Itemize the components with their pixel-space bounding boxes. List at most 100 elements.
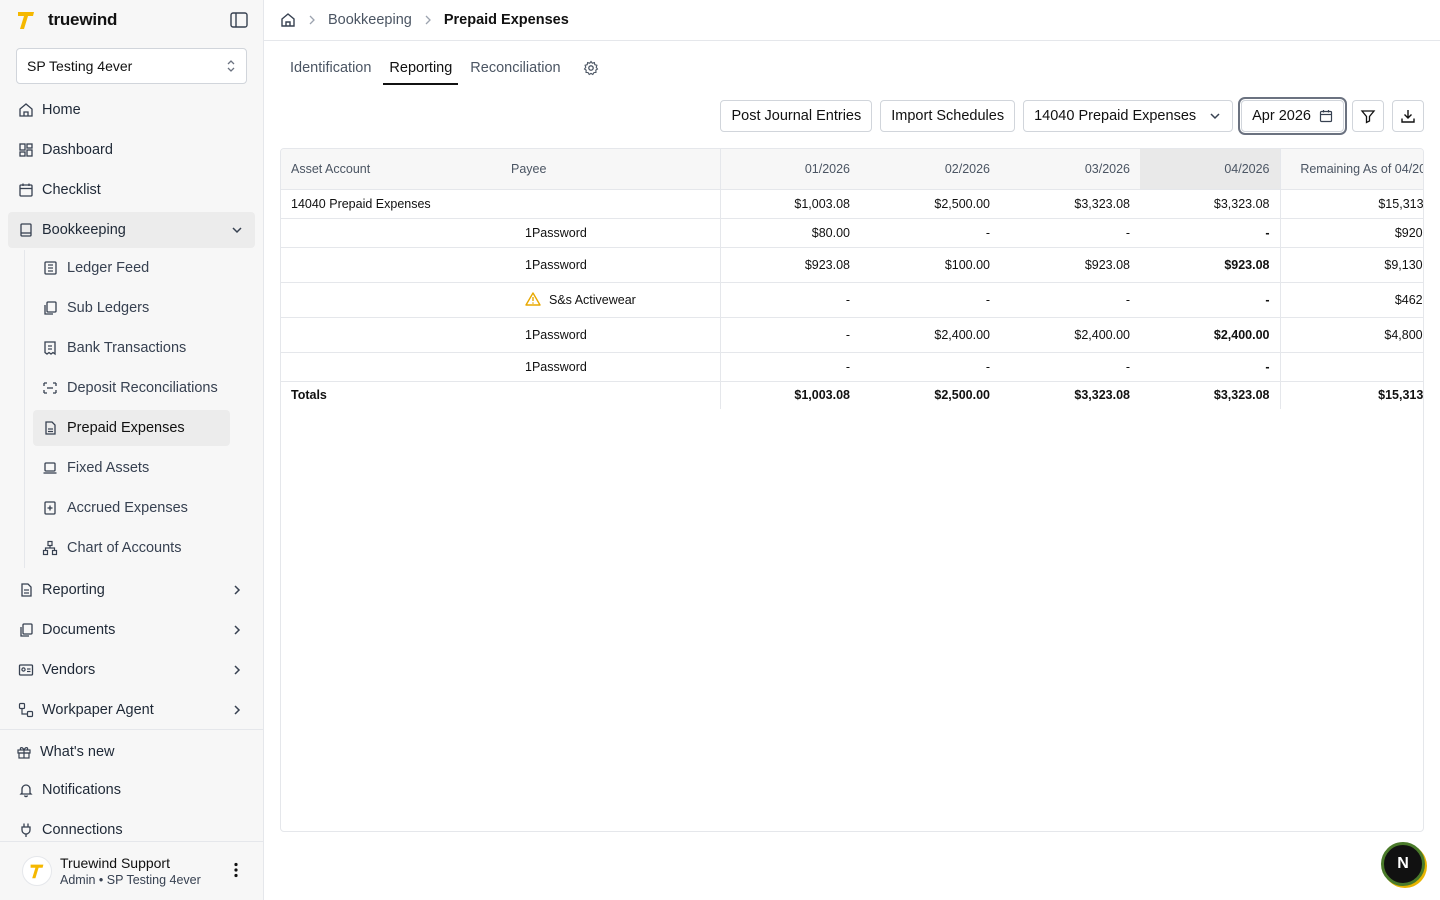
period-date-picker[interactable]: Apr 2026 xyxy=(1238,97,1347,135)
brand-name: truewind xyxy=(48,10,118,29)
nav-whats-new[interactable]: What's new xyxy=(8,734,255,770)
group-account: 14040 Prepaid Expenses xyxy=(281,189,501,219)
subnav-ledger-feed[interactable]: Ledger Feed xyxy=(33,250,230,286)
warning-icon[interactable] xyxy=(525,292,541,306)
more-vertical-icon[interactable] xyxy=(234,862,238,878)
table-row[interactable]: 1Password $80.00 - - - $920.00 xyxy=(281,218,1423,248)
assistant-launcher-letter: N xyxy=(1397,855,1409,872)
group-remaining: $15,313.11 xyxy=(1279,189,1423,219)
row-m3: - xyxy=(1000,352,1140,382)
tab-reporting[interactable]: Reporting xyxy=(383,54,459,85)
table-row[interactable]: 1Password - $2,400.00 $2,400.00 $2,400.0… xyxy=(281,317,1423,353)
subnav-fixed-assets[interactable]: Fixed Assets xyxy=(33,450,230,486)
column-header-payee[interactable]: Payee xyxy=(501,149,721,190)
tab-identification[interactable]: Identification xyxy=(284,54,377,85)
column-header-month-3[interactable]: 03/2026 xyxy=(1000,149,1140,190)
nav-workpaper-agent[interactable]: Workpaper Agent xyxy=(8,692,255,728)
plug-icon xyxy=(21,823,31,837)
subnav-sub-ledgers[interactable]: Sub Ledgers xyxy=(33,290,230,326)
subnav-bank-transactions[interactable]: Bank Transactions xyxy=(33,330,230,366)
chevron-right-icon xyxy=(234,625,241,635)
calendar-icon xyxy=(1319,110,1333,123)
table-row[interactable]: S&s Activewear - - - - $462.35 xyxy=(281,282,1423,318)
nav-home[interactable]: Home xyxy=(8,92,255,128)
group-m1: $1,003.08 xyxy=(720,189,860,219)
id-card-icon xyxy=(18,664,34,676)
report-icon xyxy=(21,583,32,597)
table-row[interactable]: 1Password - - - - - xyxy=(281,352,1423,382)
account-select[interactable]: 14040 Prepaid Expenses xyxy=(1023,100,1234,132)
receipt-icon xyxy=(44,341,56,356)
user-role: Admin • SP Testing 4ever xyxy=(60,873,201,887)
home-icon[interactable] xyxy=(280,12,296,28)
totals-m4: $3,323.08 xyxy=(1213,388,1270,403)
column-header-month-4[interactable]: 04/2026 xyxy=(1140,149,1280,190)
row-remaining: $462.35 xyxy=(1279,282,1423,318)
row-m2: $2,400.00 xyxy=(860,317,1000,353)
hierarchy-icon xyxy=(42,540,58,556)
totals-remaining: $15,313.11 xyxy=(1279,381,1423,409)
tab-reconciliation[interactable]: Reconciliation xyxy=(464,54,566,85)
row-m3: $923.08 xyxy=(1000,247,1140,283)
row-payee: S&s Activewear xyxy=(549,293,636,307)
subnav-prepaid-expenses-label: Prepaid Expenses xyxy=(67,420,185,436)
brand[interactable]: truewind xyxy=(16,8,117,32)
laptop-icon xyxy=(43,462,57,474)
nav-dashboard[interactable]: Dashboard xyxy=(8,132,255,168)
column-header-month-1[interactable]: 01/2026 xyxy=(720,149,860,190)
nav-workpaper-agent-label: Workpaper Agent xyxy=(42,702,154,718)
nav-reporting[interactable]: Reporting xyxy=(8,572,255,608)
subnav-chart-of-accounts[interactable]: Chart of Accounts xyxy=(33,530,230,566)
nav-documents-label: Documents xyxy=(42,622,116,638)
nav-notifications[interactable]: Notifications xyxy=(8,772,255,808)
filter-button[interactable] xyxy=(1352,100,1384,132)
filter-icon xyxy=(1360,110,1376,124)
subnav-deposit-reconciliations[interactable]: Deposit Reconciliations xyxy=(33,370,230,406)
nav-whats-new-label: What's new xyxy=(40,744,115,760)
subnav-ledger-feed-label: Ledger Feed xyxy=(67,260,150,276)
nav-checklist[interactable]: Checklist xyxy=(8,172,255,208)
nav-documents[interactable]: Documents xyxy=(8,612,255,648)
gear-icon[interactable] xyxy=(583,60,599,76)
nav-vendors[interactable]: Vendors xyxy=(8,652,255,688)
group-m2: $2,500.00 xyxy=(860,189,1000,219)
subnav-bank-transactions-label: Bank Transactions xyxy=(67,340,187,356)
document-dollar-icon xyxy=(45,421,56,435)
truewind-logo-icon xyxy=(18,12,34,29)
assistant-launcher-button[interactable]: N xyxy=(1381,842,1425,886)
table-row[interactable]: 1Password $923.08 $100.00 $923.08 $923.0… xyxy=(281,247,1423,283)
truewind-logo-icon xyxy=(30,864,44,879)
sidebar-toggle-icon[interactable] xyxy=(230,12,248,28)
row-m1: - xyxy=(720,282,860,318)
subnav-deposit-reconciliations-label: Deposit Reconciliations xyxy=(67,380,218,396)
dashboard-icon xyxy=(19,143,33,157)
nav-dashboard-label: Dashboard xyxy=(42,142,113,158)
group-m4: $3,323.08 xyxy=(1140,189,1280,219)
column-header-month-2[interactable]: 02/2026 xyxy=(860,149,1000,190)
account-select-value: 14040 Prepaid Expenses xyxy=(1034,108,1197,124)
totals-m1: $1,003.08 xyxy=(794,388,850,403)
page-tabs: Identification Reporting Reconciliation xyxy=(280,54,599,86)
row-m1: - xyxy=(720,352,860,382)
download-button[interactable] xyxy=(1392,100,1424,132)
row-remaining: $4,800.00 xyxy=(1279,317,1423,353)
column-header-remaining[interactable]: Remaining As of 04/2026 xyxy=(1279,149,1423,190)
breadcrumb-bookkeeping[interactable]: Bookkeeping xyxy=(328,12,412,28)
chevron-down-icon xyxy=(232,227,242,234)
subnav-accrued-expenses[interactable]: Accrued Expenses xyxy=(33,490,230,526)
period-date-value: Apr 2026 xyxy=(1252,108,1311,124)
totals-label: Totals xyxy=(291,388,327,403)
row-payee: 1Password xyxy=(501,317,721,353)
row-m4: - xyxy=(1140,218,1280,248)
nav-bookkeeping[interactable]: Bookkeeping xyxy=(8,212,255,248)
subnav-prepaid-expenses[interactable]: Prepaid Expenses xyxy=(33,410,230,446)
organization-select[interactable]: SP Testing 4ever xyxy=(16,48,247,84)
table-group-row[interactable]: 14040 Prepaid Expenses $1,003.08 $2,500.… xyxy=(281,189,1423,219)
column-header-asset-account[interactable]: Asset Account xyxy=(281,149,501,190)
row-payee: 1Password xyxy=(501,247,721,283)
totals-m2: $2,500.00 xyxy=(934,388,990,403)
import-schedules-button[interactable]: Import Schedules xyxy=(880,100,1016,132)
user-menu[interactable]: Truewind Support Admin • SP Testing 4eve… xyxy=(0,842,264,900)
totals-m3: $3,323.08 xyxy=(1074,388,1130,403)
post-journal-entries-button[interactable]: Post Journal Entries xyxy=(720,100,873,132)
